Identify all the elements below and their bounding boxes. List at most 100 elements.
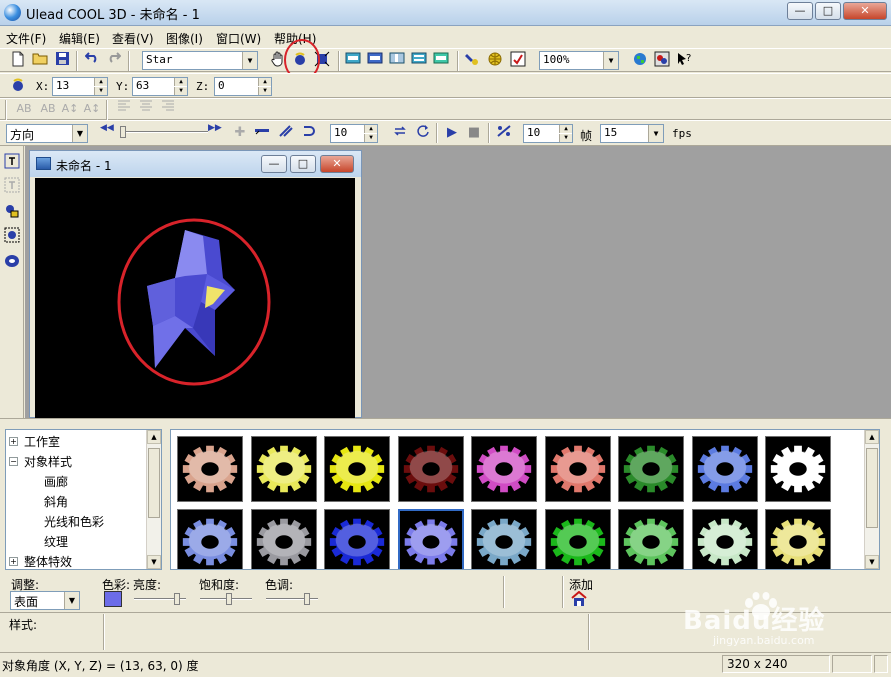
gallery-thumbnail[interactable] <box>544 436 611 502</box>
spin-up-icon[interactable]: ▲ <box>364 125 377 133</box>
globe-icon[interactable] <box>485 50 505 70</box>
zoom-dropdown[interactable]: 100% ▼ <box>539 51 619 70</box>
maximize-button[interactable]: □ <box>815 2 841 20</box>
color-swatch[interactable] <box>104 591 122 607</box>
frame-count-input[interactable]: 10 ▲ ▼ <box>330 124 378 143</box>
align-right-icon[interactable] <box>158 99 178 119</box>
gallery-thumbnail[interactable] <box>471 509 537 569</box>
chevron-down-icon[interactable]: ▼ <box>242 52 257 69</box>
text-style-button[interactable]: AB <box>14 99 34 119</box>
add-keyframe-icon[interactable]: ✚ <box>230 123 250 143</box>
export-icon[interactable] <box>652 50 672 70</box>
chevron-down-icon[interactable]: ▼ <box>64 592 79 609</box>
save-icon[interactable] <box>52 50 72 70</box>
tree-item-texture[interactable]: 纹理 <box>44 533 68 550</box>
new-file-icon[interactable] <box>8 50 28 70</box>
chevron-down-icon[interactable]: ▼ <box>648 125 663 142</box>
expand-icon[interactable]: + <box>9 437 18 446</box>
gallery-thumbnail[interactable] <box>544 509 611 569</box>
object-select-dropdown[interactable]: Star ▼ <box>142 51 258 70</box>
gallery-thumbnail[interactable] <box>618 436 684 502</box>
gallery-thumbnail[interactable] <box>324 436 390 502</box>
slider-knob[interactable] <box>226 593 232 605</box>
text-spacing-button[interactable]: A↕ <box>82 99 102 119</box>
hue-slider[interactable] <box>266 593 318 607</box>
chevron-down-icon[interactable]: ▼ <box>72 125 87 142</box>
render-canvas[interactable] <box>35 178 355 418</box>
menu-window[interactable]: 窗口(W) <box>216 30 261 47</box>
gallery-thumbnail[interactable] <box>177 436 243 502</box>
tree-item-gallery[interactable]: 画廊 <box>44 473 68 490</box>
menu-file[interactable]: 文件(F) <box>6 30 46 47</box>
gallery-thumbnail[interactable] <box>397 436 464 502</box>
reverse-keyframe-icon[interactable] <box>276 123 296 143</box>
document-minimize-button[interactable]: — <box>261 155 287 173</box>
perspective-view-icon[interactable] <box>431 50 451 70</box>
document-maximize-button[interactable]: □ <box>290 155 316 173</box>
gallery-thumbnail[interactable] <box>691 509 758 569</box>
spin-up-icon[interactable]: ▲ <box>94 78 107 86</box>
gallery-thumbnail[interactable] <box>397 509 464 569</box>
gallery-thumbnail[interactable] <box>324 509 390 569</box>
gallery-thumbnail[interactable] <box>177 509 243 569</box>
scroll-down-icon[interactable]: ▼ <box>865 555 879 569</box>
adjust-dropdown[interactable]: 表面 ▼ <box>10 591 80 610</box>
z-input[interactable]: 0 ▲ ▼ <box>214 77 272 96</box>
close-button[interactable]: ✕ <box>843 2 887 20</box>
select-object-icon[interactable] <box>2 226 22 246</box>
undo-icon[interactable] <box>82 50 102 70</box>
direction-dropdown[interactable]: 方向 ▼ <box>6 124 88 143</box>
preview-icon[interactable] <box>508 50 528 70</box>
expand-icon[interactable]: + <box>9 557 18 566</box>
tree-item-global-effects[interactable]: 整体特效 <box>24 553 72 570</box>
loop-icon[interactable] <box>390 123 410 143</box>
spin-down-icon[interactable]: ▼ <box>559 134 572 142</box>
last-frame-icon[interactable]: ▶▶ <box>208 123 228 143</box>
rotate-object-icon[interactable] <box>8 76 28 96</box>
scroll-up-icon[interactable]: ▲ <box>865 430 879 444</box>
play-icon[interactable]: ▶ <box>442 123 462 143</box>
scroll-down-icon[interactable]: ▼ <box>147 555 161 569</box>
spin-down-icon[interactable]: ▼ <box>174 87 187 95</box>
star-object[interactable] <box>35 178 355 418</box>
slider-knob[interactable] <box>120 126 126 138</box>
front-view-icon[interactable] <box>343 50 363 70</box>
loop-back-icon[interactable] <box>298 123 318 143</box>
gallery-thumbnail[interactable] <box>691 436 758 502</box>
insert-text-icon[interactable] <box>2 152 22 172</box>
frame-step-input[interactable]: 10 ▲ ▼ <box>523 124 573 143</box>
web-page-icon[interactable] <box>630 50 650 70</box>
spin-up-icon[interactable]: ▲ <box>559 125 572 133</box>
gallery-scrollbar[interactable]: ▲ ▼ <box>864 430 879 569</box>
light-edit-icon[interactable] <box>462 50 482 70</box>
tree-scrollbar[interactable]: ▲ ▼ <box>146 430 161 569</box>
menu-edit[interactable]: 编辑(E) <box>59 30 100 47</box>
text-style-button[interactable]: AB <box>38 99 58 119</box>
top-view-icon[interactable] <box>365 50 385 70</box>
percent-icon[interactable] <box>494 123 514 143</box>
scroll-thumb[interactable] <box>148 448 160 518</box>
gallery-thumbnail[interactable] <box>765 509 831 569</box>
gallery-thumbnail[interactable] <box>765 436 831 502</box>
tree-item-object-style[interactable]: 对象样式 <box>24 453 72 470</box>
edit-text-icon[interactable] <box>2 176 22 196</box>
y-input[interactable]: 63 ▲ ▼ <box>132 77 188 96</box>
slider-knob[interactable] <box>174 593 180 605</box>
camera-view-icon[interactable] <box>409 50 429 70</box>
align-left-icon[interactable] <box>114 99 134 119</box>
spin-up-icon[interactable]: ▲ <box>258 78 271 86</box>
brightness-slider[interactable] <box>134 593 186 607</box>
x-input[interactable]: 13 ▲ ▼ <box>52 77 108 96</box>
object-manager-icon[interactable] <box>2 252 22 272</box>
gallery-thumbnail[interactable] <box>250 436 317 502</box>
timeline-slider[interactable] <box>120 126 208 140</box>
spin-down-icon[interactable]: ▼ <box>94 87 107 95</box>
menu-image[interactable]: 图像(I) <box>166 30 203 47</box>
open-folder-icon[interactable] <box>30 50 50 70</box>
tree-item-bevel[interactable]: 斜角 <box>44 493 68 510</box>
saturation-slider[interactable] <box>200 593 252 607</box>
minimize-button[interactable]: — <box>787 2 813 20</box>
remove-keyframe-icon[interactable] <box>252 123 272 143</box>
stop-icon[interactable]: ■ <box>464 123 484 143</box>
insert-shape-icon[interactable] <box>2 202 22 222</box>
